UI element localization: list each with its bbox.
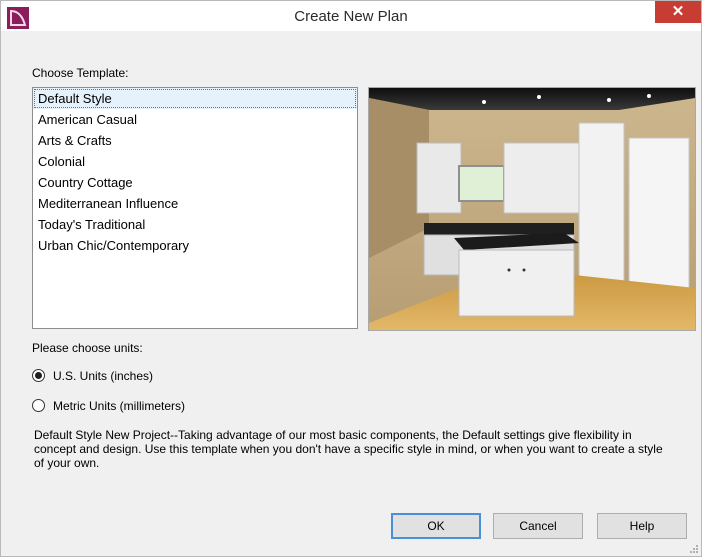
dialog-title: Create New Plan xyxy=(294,8,408,25)
title-bar: Create New Plan ✕ xyxy=(1,1,701,31)
template-item[interactable]: American Casual xyxy=(33,109,357,130)
kitchen-render-image xyxy=(369,88,695,330)
template-item[interactable]: Colonial xyxy=(33,151,357,172)
template-description: Default Style New Project--Taking advant… xyxy=(34,428,663,470)
template-item[interactable]: Country Cottage xyxy=(33,172,357,193)
template-item[interactable]: Mediterranean Influence xyxy=(33,193,357,214)
close-button[interactable]: ✕ xyxy=(655,1,701,23)
create-new-plan-dialog: Create New Plan ✕ Choose Template: Defau… xyxy=(0,0,702,557)
template-preview-image xyxy=(368,87,696,331)
ok-button[interactable]: OK xyxy=(391,513,481,539)
us-units-label[interactable]: U.S. Units (inches) xyxy=(53,368,153,384)
template-item[interactable]: Urban Chic/Contemporary xyxy=(33,235,357,256)
metric-units-radio[interactable] xyxy=(32,399,45,412)
choose-template-label: Choose Template: xyxy=(32,66,129,80)
metric-units-label[interactable]: Metric Units (millimeters) xyxy=(53,398,185,414)
help-button[interactable]: Help xyxy=(597,513,687,539)
resize-grip-icon[interactable] xyxy=(689,544,699,554)
template-list[interactable]: Default Style American Casual Arts & Cra… xyxy=(32,87,358,329)
template-item[interactable]: Today's Traditional xyxy=(33,214,357,235)
units-label: Please choose units: xyxy=(32,341,143,355)
cancel-button[interactable]: Cancel xyxy=(493,513,583,539)
template-item[interactable]: Arts & Crafts xyxy=(33,130,357,151)
template-item[interactable]: Default Style xyxy=(33,88,357,109)
us-units-radio[interactable] xyxy=(32,369,45,382)
